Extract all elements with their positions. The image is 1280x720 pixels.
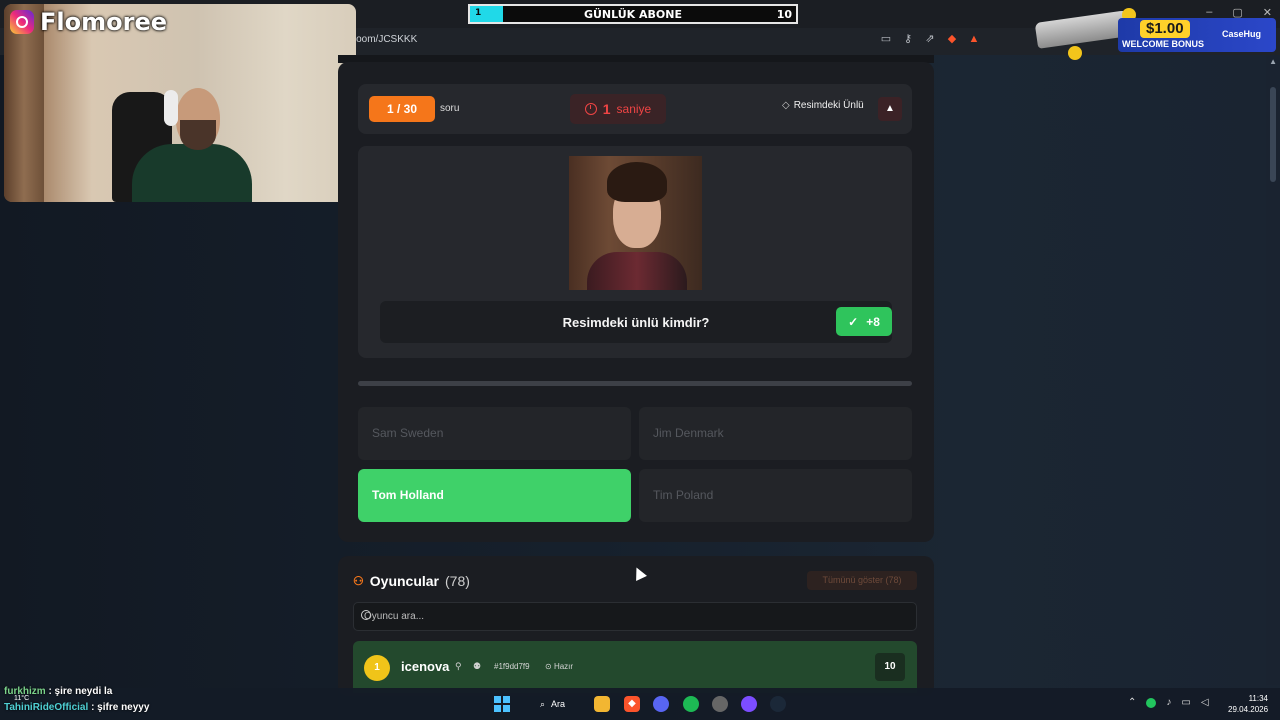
- brave-browser-icon[interactable]: ◆: [624, 696, 640, 712]
- subscriber-goal-bar: 1 GÜNLÜK ABONE 10: [468, 4, 798, 24]
- ad-amount: $1.00: [1140, 20, 1190, 38]
- app-icon[interactable]: [712, 696, 728, 712]
- share-icon[interactable]: ⇗: [924, 33, 936, 45]
- answer-option[interactable]: Jim Denmark: [639, 407, 912, 460]
- casino-ad-overlay: $1.00 WELCOME BONUS CaseHug: [1034, 4, 1276, 64]
- address-bar-icons: ▭ ⚷ ⇗ ◆ ▲: [880, 33, 980, 45]
- check-icon: ✓: [848, 314, 859, 329]
- network-icon[interactable]: ▭: [1181, 697, 1190, 708]
- volume-icon[interactable]: ◁: [1201, 697, 1209, 708]
- points-badge: ✓ +8: [836, 307, 892, 336]
- goal-target: 10: [776, 8, 792, 21]
- discord-icon[interactable]: [653, 696, 669, 712]
- obs-icon[interactable]: [741, 696, 757, 712]
- webcam-person-beard: [180, 120, 216, 150]
- webcam-overlay: Flomoree: [4, 4, 356, 202]
- player-search-input[interactable]: [364, 603, 904, 630]
- file-explorer-icon[interactable]: [594, 696, 610, 712]
- question-counter: 1 / 30: [369, 96, 435, 122]
- clock-date: 29.04.2026: [1228, 705, 1269, 714]
- microphone-icon[interactable]: ♪: [1166, 697, 1171, 708]
- streamer-handle: Flomoree: [10, 8, 167, 36]
- player-status: ⊙ Hazır: [545, 662, 573, 671]
- system-tray: ⌃ ♪ ▭ ◁: [1128, 697, 1209, 708]
- steam-icon[interactable]: [770, 696, 786, 712]
- question-bar: Resimdeki ünlü kimdir? ✓ +8: [380, 301, 892, 343]
- celebrity-photo: [569, 156, 702, 290]
- weather-widget[interactable]: 11°C: [14, 695, 29, 702]
- coin-icon: [1068, 46, 1082, 60]
- warning-icon: ▲: [885, 103, 895, 114]
- show-all-button[interactable]: Tümünü göster (78): [807, 571, 917, 590]
- users-icon: ⚇: [353, 574, 364, 588]
- players-title: Oyuncular: [369, 573, 440, 589]
- windows-taskbar: ⌕ Ara ◆ ⌃ ♪ ▭ ◁ 11:34 29.04.2026: [0, 688, 1280, 720]
- scroll-thumb[interactable]: [1270, 87, 1276, 182]
- streamer-name: Flomoree: [40, 8, 167, 36]
- chevron-up-icon[interactable]: ⌃: [1128, 697, 1136, 708]
- category-label: ◇ Resimdeki Ünlü: [782, 100, 864, 111]
- taskbar-search[interactable]: ⌕ Ara: [526, 694, 582, 714]
- brave-shield-icon[interactable]: ◆: [946, 33, 958, 45]
- key-icon[interactable]: ⚷: [902, 33, 914, 45]
- windows-start-icon[interactable]: [494, 696, 510, 712]
- brave-rewards-icon[interactable]: ▲: [968, 33, 980, 45]
- timer-progress-track: [358, 381, 912, 386]
- goal-title: GÜNLÜK ABONE: [583, 8, 683, 21]
- chat-text: : şifre neyyy: [91, 702, 150, 713]
- category-text: Resimdeki Ünlü: [793, 100, 864, 111]
- answer-option-correct[interactable]: Tom Holland: [358, 469, 631, 522]
- chat-username: TahiniRideOfficial: [4, 702, 89, 713]
- ready-check-icon: ⊙: [545, 662, 552, 671]
- question-card: Resimdeki ünlü kimdir? ✓ +8: [358, 146, 912, 358]
- answer-option[interactable]: Sam Sweden: [358, 407, 631, 460]
- player-id: #1f9dd7f9: [494, 662, 530, 671]
- player-name: icenova: [401, 659, 450, 674]
- players-count: (78): [445, 573, 470, 589]
- spotify-icon[interactable]: [683, 696, 699, 712]
- status-dot-icon[interactable]: [1146, 698, 1157, 708]
- photo-shirt: [587, 252, 687, 290]
- search-icon: ⌕: [540, 698, 546, 709]
- photo-hair: [607, 162, 667, 202]
- timer-badge: 1 saniye: [570, 94, 666, 124]
- scroll-up-icon[interactable]: ▲: [1269, 57, 1277, 66]
- cast-icon[interactable]: ▭: [880, 33, 892, 45]
- ad-bonus-text: WELCOME BONUS: [1122, 39, 1204, 49]
- player-row[interactable]: 1 icenova ⚲ ⚉ #1f9dd7f9 ⊙ Hazır 10: [353, 641, 917, 693]
- player-status-text: Hazır: [553, 662, 574, 671]
- clock-icon: [584, 103, 597, 115]
- answer-option[interactable]: Tim Poland: [639, 469, 912, 522]
- clock-time: 11:34: [1248, 694, 1268, 703]
- question-text: Resimdeki ünlü kimdir?: [562, 315, 710, 330]
- report-button[interactable]: ▲: [878, 97, 902, 121]
- chat-text: : şire neydi la: [48, 686, 113, 697]
- points-value: +8: [866, 314, 880, 329]
- player-score: 10: [875, 653, 905, 681]
- player-rank: 1: [364, 655, 390, 681]
- timer-unit: saniye: [616, 102, 652, 116]
- taskbar-clock[interactable]: 11:34 29.04.2026: [1228, 693, 1268, 715]
- webcam-headset: [164, 90, 178, 126]
- taskbar-search-label: Ara: [551, 699, 566, 709]
- players-header: ⚇ Oyuncular (78): [353, 573, 470, 589]
- page-scrollbar[interactable]: ▲: [1266, 55, 1280, 685]
- user-group-icon: ⚉: [473, 661, 482, 671]
- user-icon: ⚲: [455, 661, 462, 671]
- question-label: soru: [440, 103, 460, 114]
- instagram-icon: [10, 10, 34, 34]
- ad-brand: CaseHug: [1222, 29, 1262, 39]
- chat-message: TahiniRideOfficial : şifre neyyy: [4, 700, 149, 716]
- timer-value: 1: [602, 101, 611, 117]
- tag-icon: ◇: [782, 100, 790, 111]
- game-header: 1 / 30 soru 1 saniye ◇ Resimdeki Ünlü ▲: [358, 84, 912, 134]
- webcam-person: [132, 144, 252, 202]
- player-search-box: [353, 602, 917, 631]
